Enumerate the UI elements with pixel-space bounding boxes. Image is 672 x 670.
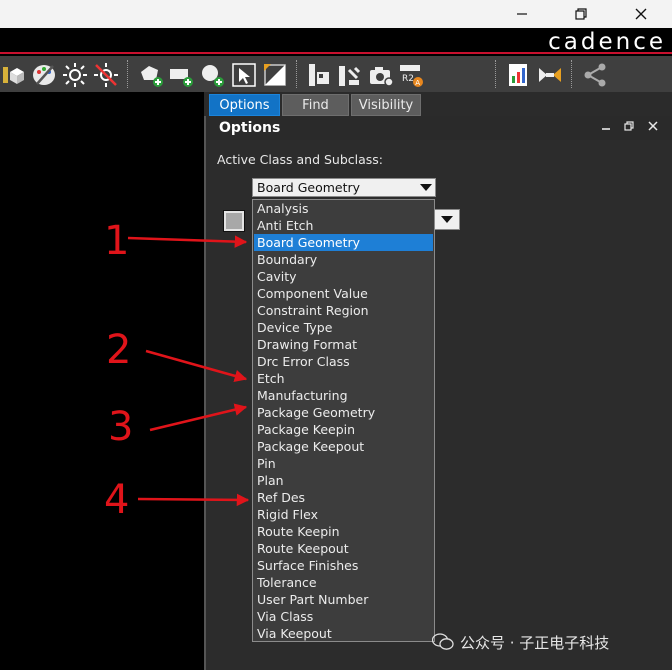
panel-close-icon[interactable]	[644, 119, 662, 137]
panel-header: Options	[206, 116, 672, 140]
design-canvas[interactable]	[0, 92, 204, 670]
dropdown-item[interactable]: Surface Finishes	[254, 557, 433, 574]
toolbar-separator	[495, 60, 496, 88]
subclass-combobox[interactable]	[434, 209, 460, 230]
tab-options[interactable]: Options	[209, 94, 280, 116]
toolbar: R2 A	[0, 56, 672, 92]
add-rect-icon[interactable]	[168, 62, 194, 88]
color-palette-icon[interactable]	[31, 62, 57, 88]
dropdown-item[interactable]: Device Type	[254, 319, 433, 336]
class-combobox-value: Board Geometry	[257, 180, 361, 195]
dropdown-item[interactable]: Etch	[254, 370, 433, 387]
class-combobox[interactable]: Board Geometry	[252, 178, 436, 197]
watermark: 公众号 · 子正电子科技	[432, 632, 609, 654]
select-pointer-icon[interactable]	[231, 62, 257, 88]
add-shape-icon[interactable]	[138, 62, 164, 88]
annotation-number-1: 1	[104, 218, 130, 264]
dropdown-item[interactable]: Cavity	[254, 268, 433, 285]
dropdown-item[interactable]: Package Keepout	[254, 438, 433, 455]
toolbar-separator	[571, 60, 572, 88]
3d-view-icon[interactable]	[2, 62, 28, 88]
wechat-icon	[432, 633, 454, 650]
shape-fill-icon[interactable]	[262, 62, 288, 88]
toolbar-separator	[296, 60, 297, 88]
camera-icon[interactable]	[368, 62, 394, 88]
panel-pin-icon[interactable]	[597, 119, 615, 137]
subclass-color-swatch[interactable]	[223, 210, 245, 232]
highlight-icon[interactable]	[62, 62, 88, 88]
panel-title: Options	[219, 120, 281, 136]
tab-find[interactable]: Find	[282, 94, 349, 116]
toolbar-separator	[127, 60, 128, 88]
dropdown-item[interactable]: Via Class	[254, 608, 433, 625]
dropdown-item[interactable]: Plan	[254, 472, 433, 489]
brand-bar: cadence	[0, 28, 672, 55]
svg-text:R2: R2	[402, 74, 414, 84]
panel-float-icon[interactable]	[620, 119, 638, 137]
annotation-number-4: 4	[104, 477, 130, 523]
dropdown-item[interactable]: Via Keepout	[254, 625, 433, 642]
dropdown-item[interactable]: Boundary	[254, 251, 433, 268]
class-dropdown-list[interactable]: Analysis Anti Etch Board Geometry Boundary C…	[252, 199, 435, 642]
dropdown-item[interactable]: Drc Error Class	[254, 353, 433, 370]
dropdown-item[interactable]: Tolerance	[254, 574, 433, 591]
dropdown-item[interactable]: Route Keepout	[254, 540, 433, 557]
share-icon[interactable]	[582, 62, 608, 88]
close-icon[interactable]	[629, 4, 653, 24]
dropdown-item[interactable]: Ref Des	[254, 489, 433, 506]
annotation-number-2: 2	[106, 327, 132, 373]
dropdown-item[interactable]: Anti Etch	[254, 217, 433, 234]
panel-tabs: Options Find Visibility	[204, 92, 672, 116]
minimize-icon[interactable]	[510, 4, 534, 24]
cadence-logo: cadence	[548, 29, 666, 55]
dropdown-item[interactable]: User Part Number	[254, 591, 433, 608]
dropdown-item[interactable]: Manufacturing	[254, 387, 433, 404]
dropdown-item[interactable]: Rigid Flex	[254, 506, 433, 523]
svg-text:A: A	[415, 79, 420, 87]
place-component-icon[interactable]	[306, 62, 332, 88]
dropdown-item[interactable]: Component Value	[254, 285, 433, 302]
dropdown-item[interactable]: Route Keepin	[254, 523, 433, 540]
swap-icon[interactable]	[537, 62, 563, 88]
dropdown-item[interactable]: Package Keepin	[254, 421, 433, 438]
add-circle-icon[interactable]	[199, 62, 225, 88]
dropdown-item[interactable]: Board Geometry	[254, 234, 433, 251]
dropdown-item[interactable]: Package Geometry	[254, 404, 433, 421]
tab-visibility[interactable]: Visibility	[351, 94, 421, 116]
report-chart-icon[interactable]	[506, 62, 532, 88]
dropdown-item[interactable]: Drawing Format	[254, 336, 433, 353]
watermark-text: 公众号 · 子正电子科技	[460, 634, 610, 652]
dropdown-item[interactable]: Analysis	[254, 200, 433, 217]
annotation-number-3: 3	[108, 404, 134, 450]
r2-report-icon[interactable]: R2 A	[399, 62, 425, 88]
chevron-down-icon[interactable]	[441, 216, 453, 223]
dropdown-item[interactable]: Constraint Region	[254, 302, 433, 319]
window-title-bar	[0, 0, 672, 28]
restore-icon[interactable]	[569, 4, 593, 24]
dehighlight-icon[interactable]	[93, 62, 119, 88]
dropdown-item[interactable]: Pin	[254, 455, 433, 472]
tool-wrench-icon[interactable]	[337, 62, 363, 88]
chevron-down-icon[interactable]	[420, 184, 432, 191]
active-class-label: Active Class and Subclass:	[217, 152, 384, 167]
